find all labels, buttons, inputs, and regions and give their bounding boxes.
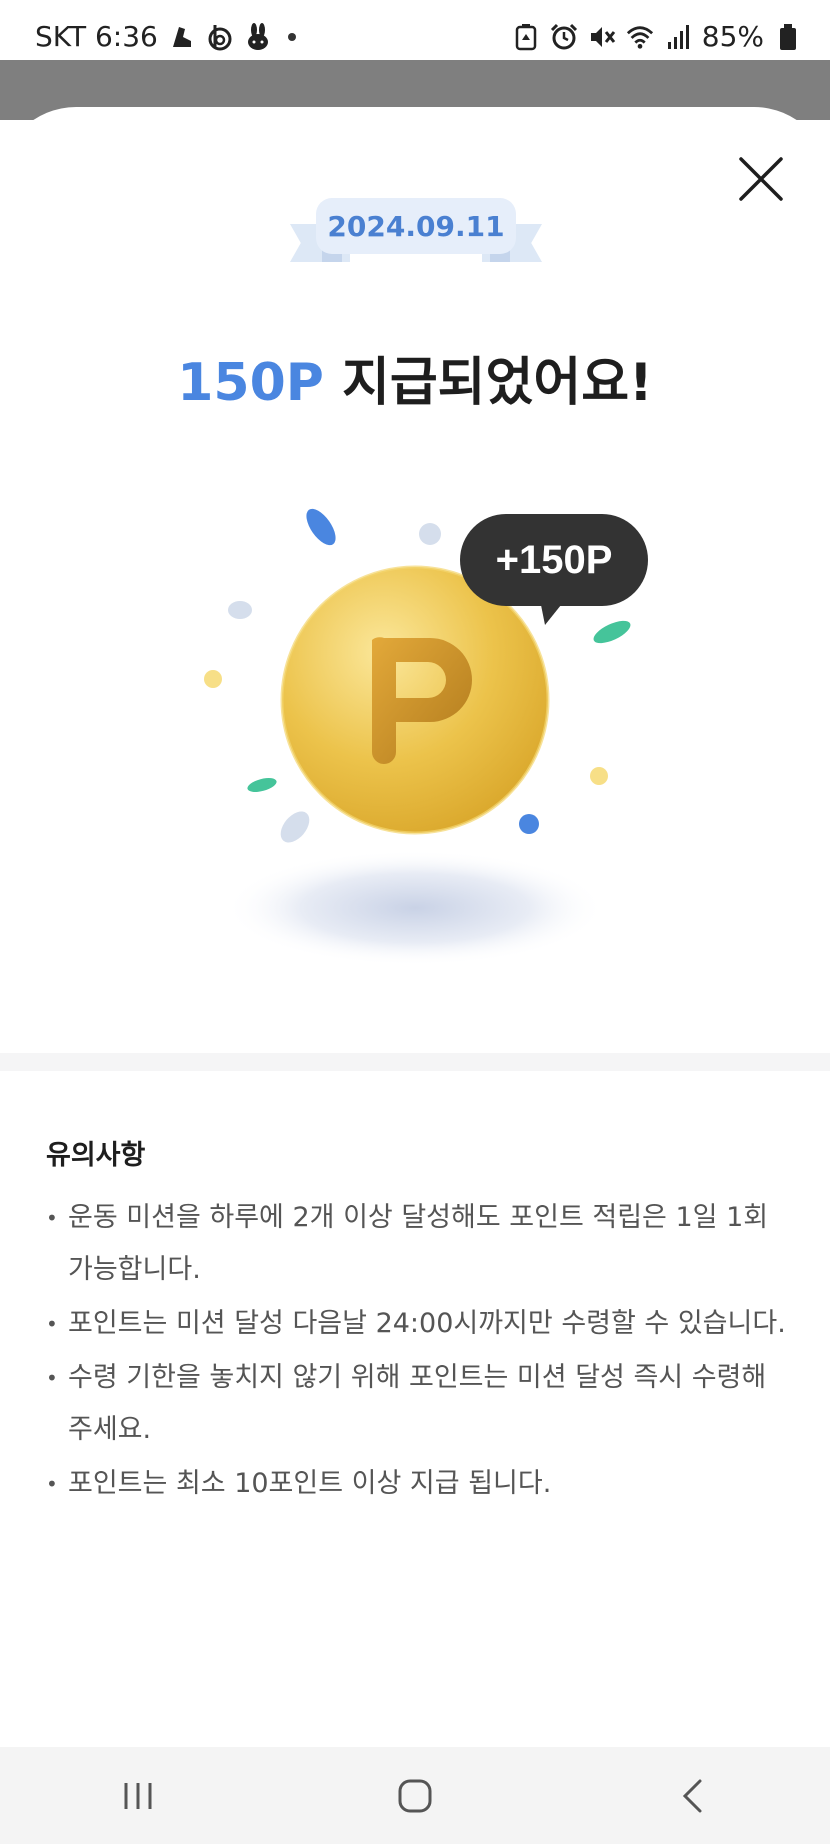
rabbit-app-icon	[244, 22, 272, 52]
close-button[interactable]	[735, 153, 787, 205]
notice-item: 운동 미션을 하루에 2개 이상 달성해도 포인트 적립은 1일 1회 가능합니…	[46, 1192, 786, 1296]
close-icon	[739, 157, 783, 201]
recent-apps-icon	[124, 1782, 152, 1809]
alarm-icon	[550, 22, 578, 52]
headline-text: 지급되었어요!	[323, 353, 653, 413]
recycle-battery-icon	[512, 22, 540, 52]
notice-item: 수령 기한을 놓치지 않기 위해 포인트는 미션 달성 즉시 수령해 주세요.	[46, 1352, 786, 1456]
notice-title: 유의사항	[46, 1140, 146, 1171]
home-button[interactable]	[370, 1761, 460, 1831]
confetti-green-leaf-right	[593, 620, 631, 644]
section-divider	[0, 1053, 830, 1071]
recent-apps-button[interactable]	[93, 1761, 183, 1831]
points-bubble-text: +150P	[496, 538, 613, 582]
confetti-gray-leaf	[280, 811, 310, 843]
notice-item: 포인트는 최소 10포인트 이상 지급 됩니다.	[46, 1458, 786, 1510]
confetti-yellow-dot-right	[590, 767, 608, 785]
headline-points: 150P	[177, 353, 324, 413]
back-icon	[682, 1779, 702, 1812]
coin-shadow	[225, 850, 605, 966]
dot-icon	[287, 32, 296, 41]
notice-item: 포인트는 미션 달성 다음날 24:00시까지만 수령할 수 있습니다.	[46, 1298, 786, 1350]
confetti-blue-leaf	[306, 508, 336, 546]
status-bar: SKT 6:36 85%	[0, 0, 830, 60]
notice-section: 유의사항 운동 미션을 하루에 2개 이상 달성해도 포인트 적립은 1일 1회…	[46, 1133, 786, 1512]
date-label: 2024.09.11	[316, 198, 516, 254]
date-ribbon: 2024.09.11	[290, 198, 542, 268]
confetti-yellow-dot	[204, 670, 222, 688]
coin-illustration: +150P	[0, 480, 830, 1000]
confetti-gray-dot	[419, 523, 441, 545]
b-app-icon	[206, 22, 234, 52]
notice-list: 운동 미션을 하루에 2개 이상 달성해도 포인트 적립은 1일 1회 가능합니…	[46, 1192, 786, 1510]
mute-icon	[588, 22, 616, 52]
wifi-icon	[626, 22, 654, 52]
home-icon	[398, 1779, 432, 1812]
status-bar-right: 85%	[512, 20, 802, 53]
confetti-blue-dot	[519, 814, 539, 834]
back-button[interactable]	[647, 1761, 737, 1831]
page-title: 150P 지급되었어요!	[0, 340, 830, 415]
status-bar-left: SKT 6:36	[35, 20, 296, 53]
confetti-gray-oval	[228, 601, 252, 619]
confetti-green-leaf	[247, 778, 277, 792]
battery-percent: 85%	[701, 20, 764, 53]
battery-icon	[774, 22, 802, 52]
signal-icon	[664, 22, 692, 52]
carrier-time: SKT 6:36	[35, 20, 158, 53]
shoe-app-icon	[168, 22, 196, 52]
system-nav-bar	[0, 1747, 830, 1844]
